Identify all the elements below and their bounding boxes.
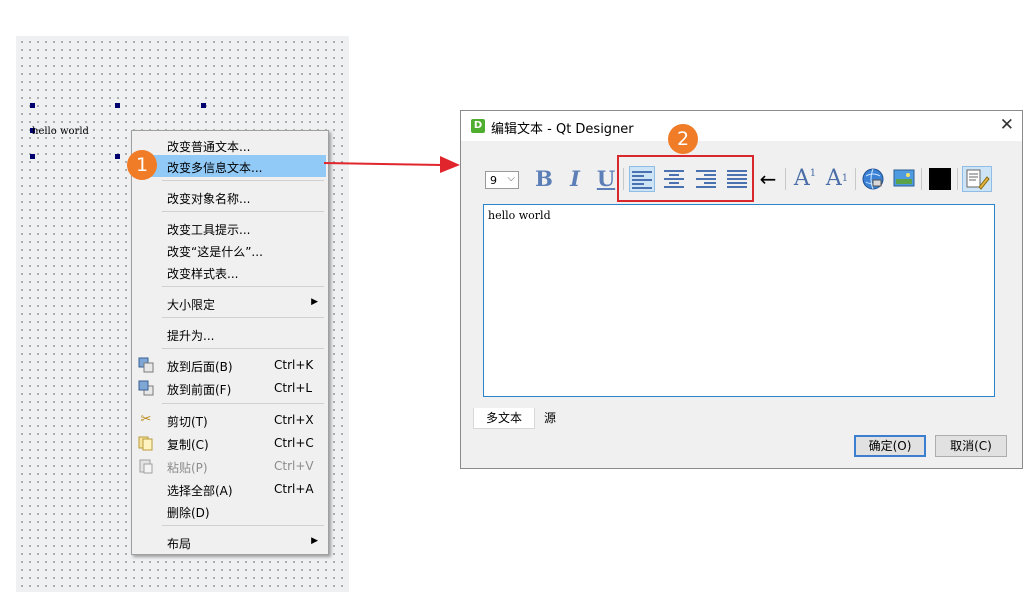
submenu-arrow-icon: ▶: [311, 297, 318, 307]
text-color-icon[interactable]: [927, 166, 953, 192]
paste-icon: [138, 458, 154, 474]
step-2-badge: 2: [668, 124, 698, 154]
menu-item-size-constraints[interactable]: 大小限定 ▶: [134, 292, 326, 314]
cancel-button[interactable]: 取消(C): [935, 435, 1007, 457]
menu-item-label: 选择全部(A): [167, 484, 233, 498]
tab-rich-text[interactable]: 多文本: [473, 408, 535, 429]
subscript-icon[interactable]: A1: [823, 166, 851, 192]
menu-item-label: 改变样式表...: [167, 267, 239, 281]
menu-item-cut[interactable]: ✂ 剪切(T) Ctrl+X: [134, 409, 326, 431]
menu-separator: [162, 286, 324, 287]
send-to-back-icon: [138, 357, 154, 373]
rich-text-editor[interactable]: hello world: [483, 204, 995, 397]
menu-item-copy[interactable]: 复制(C) Ctrl+C: [134, 432, 326, 454]
simplify-rich-text-icon[interactable]: [962, 166, 992, 192]
italic-icon[interactable]: I: [564, 166, 586, 192]
menu-item-promote-to[interactable]: 提升为...: [134, 323, 326, 345]
menu-separator: [162, 180, 324, 181]
menu-item-change-whats-this[interactable]: 改变“这是什么”...: [134, 239, 326, 261]
superscript-icon[interactable]: A1: [791, 166, 819, 192]
menu-item-shortcut: Ctrl+C: [274, 436, 314, 450]
selection-handle[interactable]: [115, 103, 120, 108]
scissors-icon: ✂: [140, 412, 152, 427]
menu-item-shortcut: Ctrl+A: [274, 482, 314, 496]
menu-item-label: 剪切(T): [167, 415, 208, 429]
toolbar-separator: [921, 168, 922, 190]
chevron-down-icon: ⌵: [507, 173, 515, 184]
close-icon[interactable]: ✕: [1000, 115, 1014, 135]
menu-item-label: 改变多信息文本...: [167, 161, 263, 175]
annotation-arrow-icon: [324, 156, 460, 173]
toolbar-separator: [855, 168, 856, 190]
menu-item-label: 改变对象名称...: [167, 192, 251, 206]
ok-button[interactable]: 确定(O): [854, 435, 926, 457]
menu-item-label: 放到后面(B): [167, 360, 233, 374]
menu-item-label: 改变“这是什么”...: [167, 245, 263, 259]
selection-handle[interactable]: [115, 154, 120, 159]
menu-item-shortcut: Ctrl+X: [274, 413, 314, 427]
menu-separator: [162, 211, 324, 212]
bold-icon[interactable]: B: [533, 166, 555, 192]
dialog-titlebar[interactable]: D 编辑文本 - Qt Designer ✕: [461, 111, 1022, 141]
menu-item-label: 改变工具提示...: [167, 223, 251, 237]
dialog-title: 编辑文本 - Qt Designer: [491, 122, 634, 137]
menu-item-shortcut: Ctrl+L: [274, 381, 313, 395]
menu-item-change-rich-text[interactable]: 改变多信息文本...: [134, 155, 326, 177]
bring-to-front-icon: [138, 380, 154, 396]
step-1-badge: 1: [127, 150, 157, 180]
menu-separator: [162, 348, 324, 349]
label-widget[interactable]: hello world: [32, 126, 89, 137]
editor-content[interactable]: hello world: [488, 209, 551, 222]
copy-icon: [138, 435, 154, 451]
insert-link-icon[interactable]: [860, 166, 886, 192]
menu-separator: [162, 403, 324, 404]
context-menu: 改变普通文本... 改变多信息文本... 改变对象名称... 改变工具提示...…: [131, 130, 329, 555]
menu-item-label: 粘贴(P): [167, 461, 208, 475]
menu-item-send-to-back[interactable]: 放到后面(B) Ctrl+K: [134, 354, 326, 376]
font-size-value: 9: [490, 174, 497, 187]
menu-item-label: 大小限定: [167, 298, 216, 312]
left-arrow-icon: ←: [759, 167, 777, 191]
submenu-arrow-icon: ▶: [311, 536, 318, 546]
menu-item-change-tooltip[interactable]: 改变工具提示...: [134, 217, 326, 239]
menu-item-label: 布局: [167, 537, 192, 551]
tab-source[interactable]: 源: [535, 408, 565, 428]
alignment-highlight-box: [617, 155, 754, 202]
menu-separator: [162, 317, 324, 318]
selection-handle[interactable]: [201, 103, 206, 108]
menu-item-select-all[interactable]: 选择全部(A) Ctrl+A: [134, 478, 326, 500]
menu-item-label: 删除(D): [167, 506, 210, 520]
menu-item-change-stylesheet[interactable]: 改变样式表...: [134, 261, 326, 283]
menu-item-shortcut: Ctrl+V: [274, 459, 314, 473]
toolbar-separator: [957, 168, 958, 190]
menu-item-change-plain-text[interactable]: 改变普通文本...: [134, 134, 326, 156]
menu-item-delete[interactable]: 删除(D): [134, 500, 326, 522]
menu-item-bring-to-front[interactable]: 放到前面(F) Ctrl+L: [134, 377, 326, 399]
menu-item-layout[interactable]: 布局 ▶: [134, 531, 326, 553]
menu-item-change-object-name[interactable]: 改变对象名称...: [134, 186, 326, 208]
menu-item-label: 复制(C): [167, 438, 209, 452]
menu-separator: [162, 525, 324, 526]
underline-icon[interactable]: U: [595, 166, 617, 192]
menu-item-label: 提升为...: [167, 329, 215, 343]
insert-image-icon[interactable]: [891, 166, 917, 192]
menu-item-label: 放到前面(F): [167, 383, 232, 397]
font-size-combobox[interactable]: 9 ⌵: [485, 171, 519, 189]
selection-handle[interactable]: [30, 103, 35, 108]
menu-item-shortcut: Ctrl+K: [274, 358, 314, 372]
menu-item-label: 改变普通文本...: [167, 140, 251, 154]
selection-handle[interactable]: [30, 154, 35, 159]
menu-item-paste[interactable]: 粘贴(P) Ctrl+V: [134, 455, 326, 477]
qt-designer-icon: D: [471, 119, 485, 133]
toolbar-separator: [785, 168, 786, 190]
